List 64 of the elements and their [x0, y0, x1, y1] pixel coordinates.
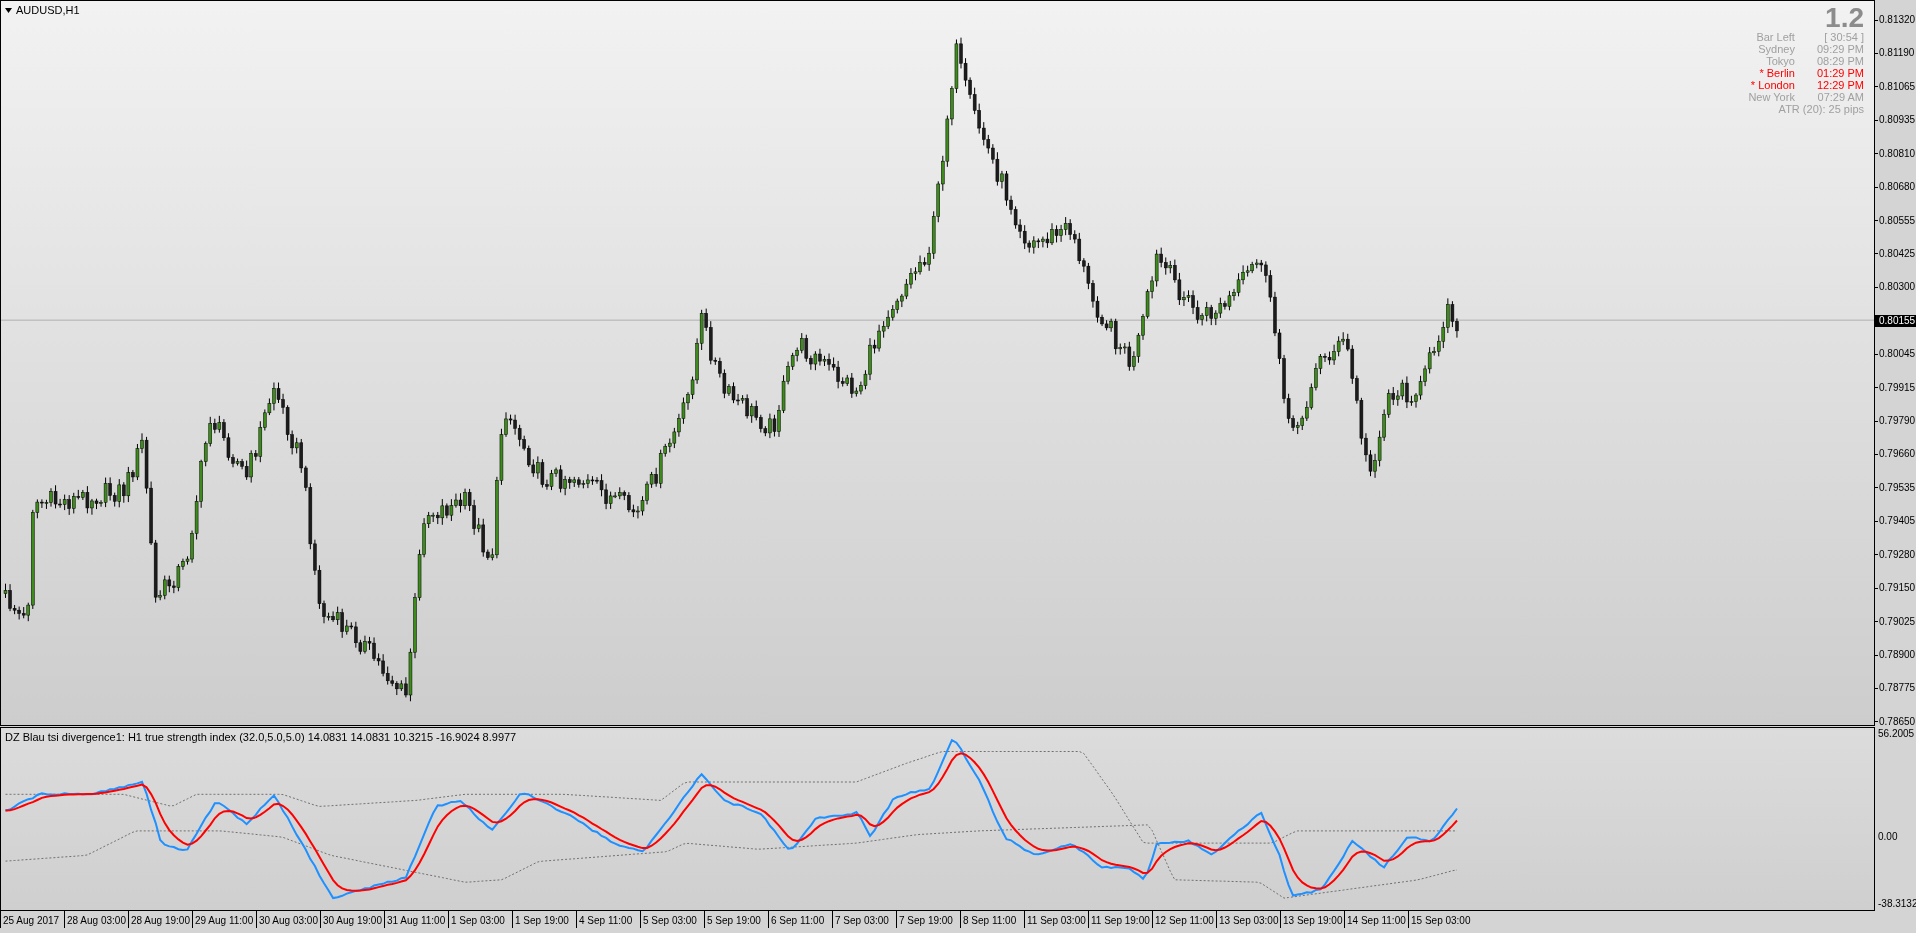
- session-time: 01:29 PM: [1816, 67, 1864, 79]
- time-label: 11 Sep 19:00: [1088, 911, 1152, 928]
- time-label: 29 Aug 11:00: [192, 911, 256, 928]
- session-label: Sydney: [1758, 43, 1795, 55]
- time-label: 28 Aug 19:00: [128, 911, 192, 928]
- time-label: 13 Sep 03:00: [1216, 911, 1280, 928]
- price-label: 0.79660: [1875, 448, 1916, 461]
- time-label: 30 Aug 03:00: [256, 911, 320, 928]
- session-label: Bar Left: [1756, 31, 1795, 43]
- price-label: 0.79790: [1875, 415, 1916, 428]
- time-label: 7 Sep 03:00: [832, 911, 896, 928]
- time-label: 6 Sep 11:00: [768, 911, 832, 928]
- indicator-axis-label: 0.00: [1877, 831, 1899, 843]
- price-label: 0.80810: [1875, 147, 1916, 160]
- session-label: New York: [1748, 91, 1795, 103]
- time-label: 28 Aug 03:00: [64, 911, 128, 928]
- time-label: 11 Sep 03:00: [1024, 911, 1088, 928]
- price-label: 0.78900: [1875, 649, 1916, 661]
- session-time: 12:29 PM: [1816, 79, 1864, 91]
- session-time: 07:29 AM: [1817, 91, 1864, 103]
- atr-text: ATR (20): 25 pips: [1778, 103, 1864, 115]
- price-label: 0.80425: [1875, 247, 1916, 260]
- time-label: 7 Sep 19:00: [896, 911, 960, 928]
- chart-title: AUDUSD,H1: [16, 4, 80, 16]
- current-price-label: 0.80155: [1875, 314, 1916, 327]
- indicator-label: DZ Blau tsi divergence1: H1 true strength index (32.0,5.0,5.0) 14.0831 14.0831 10.3215 -16.9024 8.9977: [5, 731, 517, 743]
- time-label: 5 Sep 19:00: [704, 911, 768, 928]
- price-label: 0.79280: [1875, 548, 1916, 561]
- time-label: 14 Sep 11:00: [1344, 911, 1408, 928]
- price-label: 0.79915: [1875, 381, 1916, 394]
- price-label: 0.81190: [1875, 47, 1916, 60]
- time-label: 25 Aug 2017: [0, 911, 64, 928]
- time-label: 31 Aug 11:00: [384, 911, 448, 928]
- time-label: 4 Sep 11:00: [576, 911, 640, 928]
- session-time: 08:29 PM: [1816, 55, 1864, 67]
- price-label: 0.81320: [1875, 14, 1916, 26]
- time-label: 1 Sep 19:00: [512, 911, 576, 928]
- price-label: 0.80935: [1875, 114, 1916, 127]
- price-label: 0.80300: [1875, 281, 1916, 294]
- price-label: 0.79150: [1875, 582, 1916, 595]
- session-label: * Berlin: [1759, 67, 1795, 79]
- price-label: 0.80045: [1875, 348, 1916, 361]
- price-label: 0.79405: [1875, 515, 1916, 528]
- time-label: 13 Sep 19:00: [1280, 911, 1344, 928]
- price-label: 0.78775: [1875, 682, 1916, 695]
- price-label: 0.80680: [1875, 181, 1916, 194]
- time-label: 30 Aug 19:00: [320, 911, 384, 928]
- time-label: 1 Sep 03:00: [448, 911, 512, 928]
- indicator-axis-label: 56.2005: [1877, 728, 1916, 740]
- price-label: 0.79535: [1875, 481, 1916, 494]
- time-label: 15 Sep 03:00: [1408, 911, 1472, 928]
- price-label: 0.78650: [1875, 715, 1916, 728]
- time-label: 8 Sep 11:00: [960, 911, 1024, 928]
- price-label: 0.81065: [1875, 80, 1916, 93]
- session-label: Tokyo: [1766, 55, 1795, 67]
- spread-value: 1.2: [1825, 5, 1864, 31]
- price-label: 0.79025: [1875, 615, 1916, 628]
- dropdown-triangle-icon[interactable]: [5, 7, 12, 13]
- time-label: 12 Sep 11:00: [1152, 911, 1216, 928]
- session-label: * London: [1750, 79, 1795, 91]
- session-time: 09:29 PM: [1816, 43, 1864, 55]
- session-time: [ 30:54 ]: [1824, 31, 1864, 43]
- price-label: 0.80555: [1875, 214, 1916, 227]
- time-label: 5 Sep 03:00: [640, 911, 704, 928]
